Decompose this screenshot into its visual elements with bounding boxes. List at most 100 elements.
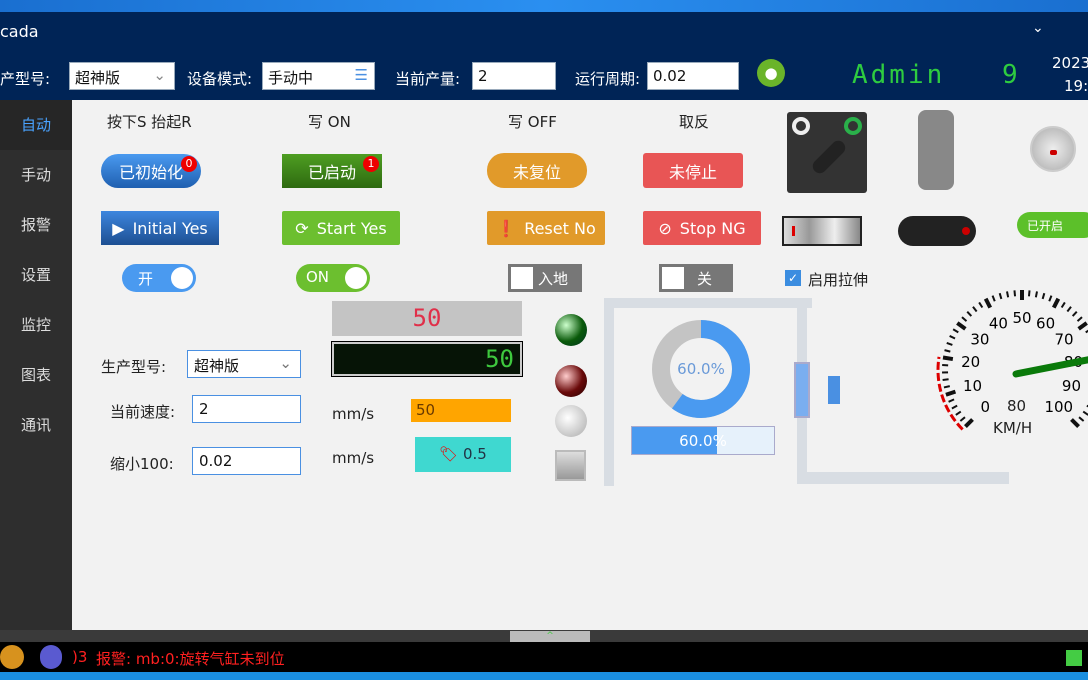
- user-icon[interactable]: ●: [757, 59, 785, 87]
- led-display-top: 50: [332, 301, 522, 336]
- push-button-switch[interactable]: [1030, 126, 1076, 172]
- gauge-tick: [998, 292, 1003, 300]
- date: 2023: [1052, 54, 1088, 72]
- guan-toggle[interactable]: 关: [659, 264, 733, 292]
- on-label: ON: [306, 268, 330, 286]
- slide-switch[interactable]: [898, 216, 976, 246]
- form-model-select[interactable]: 超神版 ⌄: [187, 350, 301, 378]
- mode-field[interactable]: 手动中 ☰: [262, 62, 375, 90]
- col-header-press: 按下S 抬起R: [107, 113, 192, 131]
- off-indicator-icon: [792, 117, 810, 135]
- sidebar-item-alarm[interactable]: 报警: [0, 200, 72, 250]
- user-level: 9: [1002, 60, 1018, 90]
- toggle-lever-switch[interactable]: [918, 110, 954, 190]
- unit-label-2: mm/s: [332, 449, 375, 467]
- unit-label-1: mm/s: [332, 405, 375, 423]
- wifi-icon: [0, 645, 24, 669]
- refresh-icon: ⟳: [295, 218, 309, 238]
- not-stopped-button[interactable]: 未停止: [643, 153, 743, 188]
- start-yes-button[interactable]: ⟳ Start Yes: [282, 211, 400, 245]
- initial-yes-button[interactable]: ▶ Initial Yes: [101, 211, 219, 245]
- gauge-tick: [972, 306, 978, 313]
- started-button[interactable]: 已启动 1: [282, 154, 382, 188]
- on-indicator-icon: [844, 117, 862, 135]
- expand-handle[interactable]: ^: [510, 631, 590, 642]
- initialized-button[interactable]: 已初始化 0: [101, 154, 201, 188]
- red-lamp: [555, 365, 587, 397]
- stop-ng-button[interactable]: ⊘ Stop NG: [643, 211, 761, 245]
- indicator-icon: [792, 226, 795, 236]
- start-yes-label: Start Yes: [316, 218, 387, 238]
- guan-label: 关: [697, 270, 713, 288]
- tag-value-text: 0.5: [462, 445, 487, 463]
- col-header-on: 写 ON: [308, 113, 351, 131]
- enabled-toggle[interactable]: 已开启: [1017, 212, 1088, 238]
- gauge-tick: [956, 321, 967, 331]
- gauge-tick: [944, 349, 951, 353]
- cycle-field[interactable]: 0.02: [647, 62, 739, 90]
- gauge-tick: [942, 378, 949, 382]
- gauge-tick: [964, 418, 974, 428]
- stretch-checkbox[interactable]: ✓: [785, 270, 801, 286]
- gauge-tick-label: 30: [970, 330, 989, 348]
- valve-icon: [794, 362, 810, 418]
- ban-icon: ⊘: [658, 218, 672, 238]
- model-select-value: 超神版: [75, 69, 121, 87]
- sidebar-item-settings[interactable]: 设置: [0, 250, 72, 300]
- speed-field[interactable]: 2: [192, 395, 301, 423]
- kai-label: 开: [138, 270, 154, 288]
- red-dot-icon: [1050, 150, 1057, 155]
- alarm-code: )3: [72, 648, 88, 666]
- green-lamp: [555, 314, 587, 346]
- ring-label: 60.0%: [677, 360, 725, 378]
- gauge-tick: [1041, 292, 1046, 300]
- square-lamp: [555, 450, 586, 481]
- rudi-toggle[interactable]: 入地: [508, 264, 582, 292]
- started-label: 已启动: [307, 163, 356, 182]
- gauge-tick: [942, 355, 954, 362]
- progress-bar: 60.0%: [631, 426, 775, 455]
- gauge-tick: [1034, 291, 1038, 298]
- not-reset-button[interactable]: 未复位: [487, 153, 587, 188]
- sidebar-item-monitor[interactable]: 监控: [0, 300, 72, 350]
- time: 19:: [1064, 77, 1088, 95]
- menu-icon[interactable]: ☰: [355, 66, 368, 84]
- gauge-tick: [1013, 290, 1017, 297]
- gauge-tick: [951, 404, 958, 410]
- gauge-tick-label: 90: [1062, 377, 1081, 395]
- output-field[interactable]: 2: [472, 62, 556, 90]
- gauge-tick: [961, 316, 968, 322]
- sidebar-item-comms[interactable]: 通讯: [0, 400, 72, 450]
- toggle-knob: [345, 267, 367, 289]
- model-select[interactable]: 超神版 ⌄: [69, 62, 175, 90]
- gauge-tick-label: 10: [963, 377, 982, 395]
- enabled-toggle-label: 已开启: [1027, 219, 1064, 233]
- window-title: cada: [0, 22, 39, 41]
- reset-no-button[interactable]: ❗ Reset No: [487, 211, 605, 245]
- cycle-label: 运行周期:: [575, 70, 641, 88]
- progress-label: 60.0%: [679, 432, 727, 450]
- badge: 0: [181, 156, 197, 172]
- sidebar-item-auto[interactable]: 自动: [0, 100, 72, 150]
- led-display-bottom: 50: [331, 341, 523, 377]
- sidebar-item-manual[interactable]: 手动: [0, 150, 72, 200]
- gauge-tick: [955, 410, 962, 416]
- gauge-tick-label: 0: [980, 398, 990, 416]
- gauge-tick: [1070, 418, 1080, 428]
- on-toggle[interactable]: ON: [296, 264, 370, 292]
- kai-toggle[interactable]: 开: [122, 264, 196, 292]
- user-name: Admin: [852, 60, 946, 90]
- gauge-unit: KM/H: [993, 419, 1033, 437]
- os-strip: [0, 0, 1088, 12]
- scale-field[interactable]: 0.02: [192, 447, 301, 475]
- rocker-switch[interactable]: [782, 216, 862, 246]
- collapse-icon[interactable]: ⌄: [1032, 20, 1044, 36]
- gauge-tick: [1006, 291, 1010, 298]
- chevron-down-icon: ⌄: [153, 66, 166, 84]
- gauge-tick: [949, 335, 956, 340]
- gauge-tick: [943, 385, 951, 389]
- gauge-tick: [978, 301, 984, 309]
- col-header-invert: 取反: [679, 113, 710, 131]
- sidebar-item-charts[interactable]: 图表: [0, 350, 72, 400]
- rotary-switch[interactable]: [787, 112, 867, 193]
